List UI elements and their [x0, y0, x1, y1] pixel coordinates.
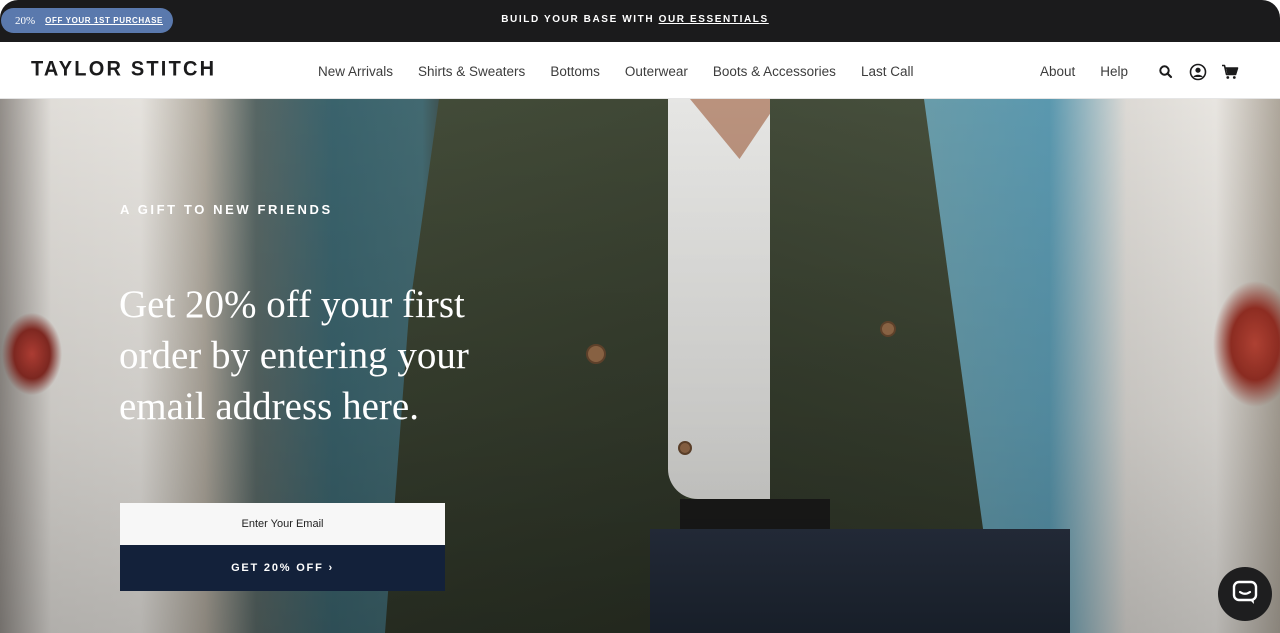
nav-last-call[interactable]: Last Call — [861, 64, 914, 79]
nav-help[interactable]: Help — [1100, 64, 1128, 79]
logo[interactable]: TAYLOR STITCH — [31, 57, 216, 81]
chat-button[interactable] — [1218, 567, 1272, 621]
hero-headline: Get 20% off your first order by entering… — [119, 283, 469, 428]
nav-boots-accessories[interactable]: Boots & Accessories — [713, 64, 836, 79]
nav-shirts-sweaters[interactable]: Shirts & Sweaters — [418, 64, 525, 79]
cart-icon[interactable] — [1221, 63, 1239, 81]
account-icon[interactable] — [1189, 63, 1207, 81]
nav-bottoms[interactable]: Bottoms — [550, 64, 600, 79]
nav-new-arrivals[interactable]: New Arrivals — [318, 64, 393, 79]
announcement: BUILD YOUR BASE WITH OUR ESSENTIALS — [0, 14, 1270, 25]
promo-bar: 20% OFF YOUR 1ST PURCHASE BUILD YOUR BAS… — [0, 0, 1280, 42]
hero-banner: A GIFT TO NEW FRIENDS Get 20% off your f… — [0, 99, 1280, 633]
header-icons — [1157, 63, 1239, 81]
utility-nav: About Help — [1040, 64, 1128, 79]
search-icon[interactable] — [1157, 63, 1175, 81]
essentials-link[interactable]: OUR ESSENTIALS — [659, 14, 769, 25]
hero-eyebrow: A GIFT TO NEW FRIENDS — [120, 202, 333, 217]
announcement-text: BUILD YOUR BASE WITH — [501, 14, 655, 25]
site-header: TAYLOR STITCH New Arrivals Shirts & Swea… — [0, 42, 1280, 99]
main-nav: New Arrivals Shirts & Sweaters Bottoms O… — [318, 64, 913, 79]
get-discount-button[interactable]: GET 20% OFF › — [120, 545, 445, 591]
chat-icon — [1231, 578, 1259, 611]
email-field[interactable] — [120, 503, 445, 545]
nav-about[interactable]: About — [1040, 64, 1075, 79]
nav-outerwear[interactable]: Outerwear — [625, 64, 688, 79]
